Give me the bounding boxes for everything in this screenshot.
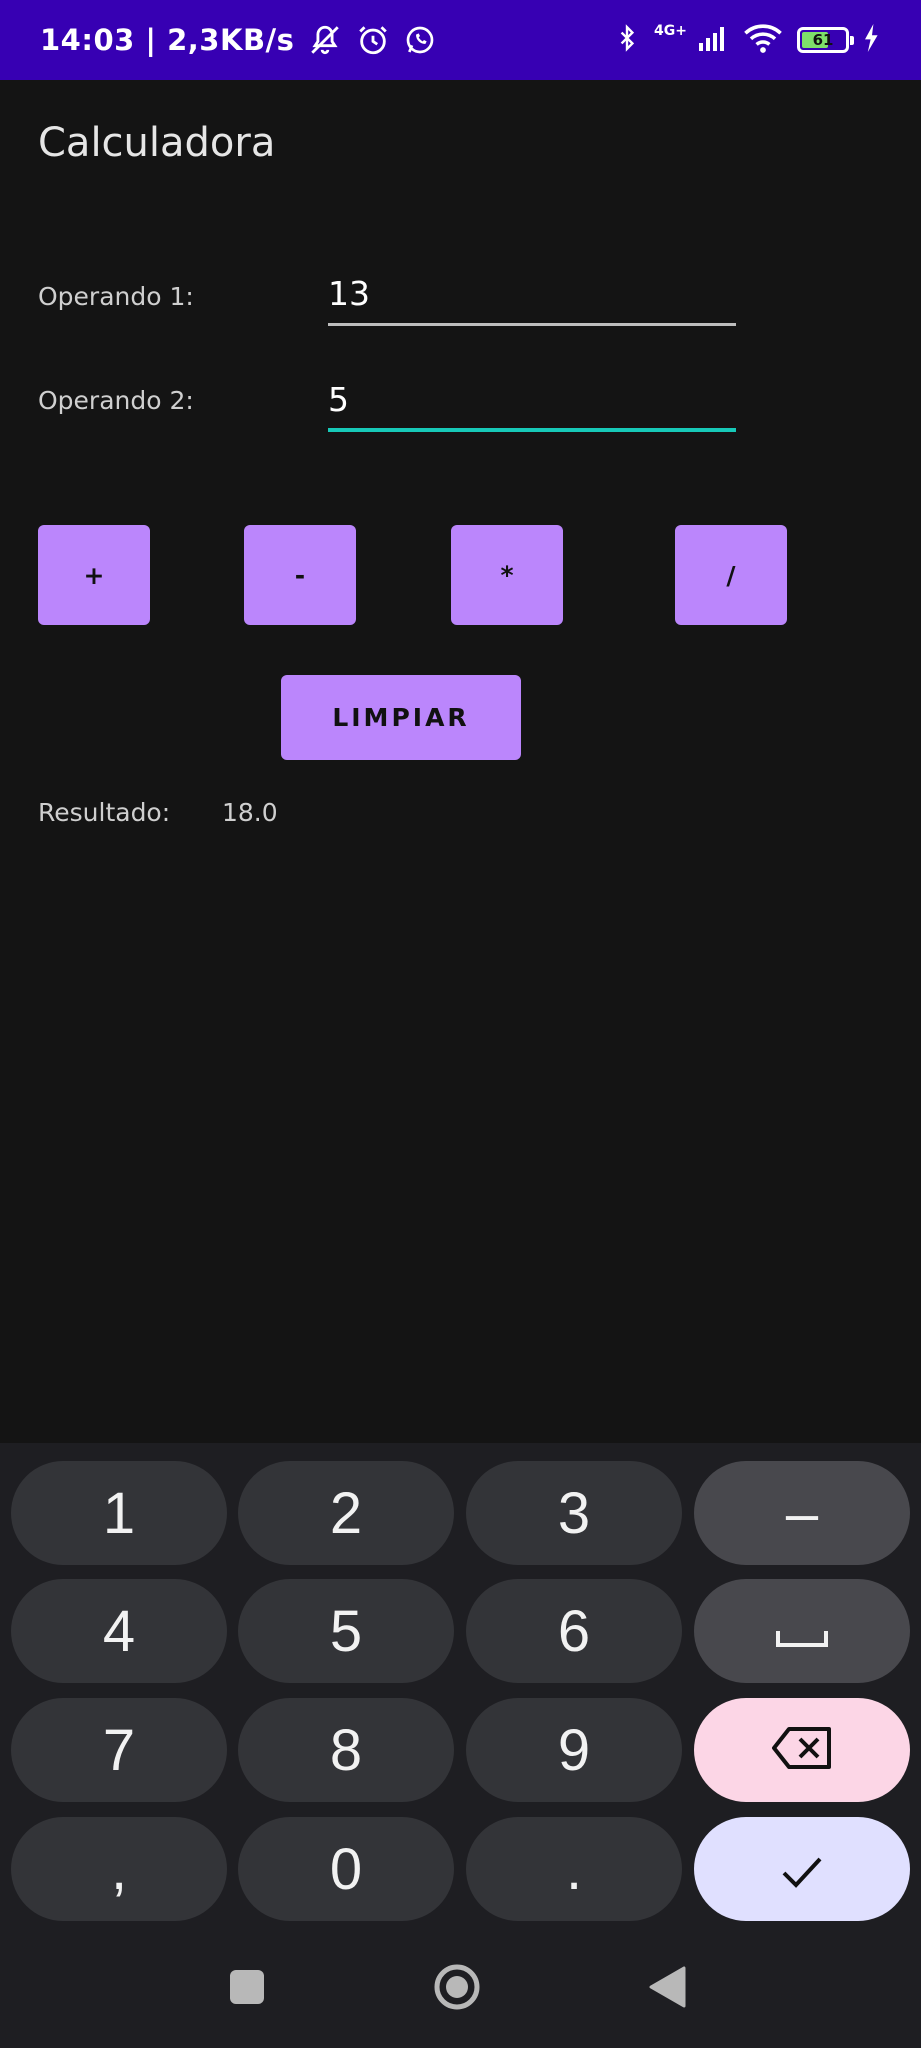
recent-apps-icon [229, 1969, 265, 2009]
mute-notifications-icon [308, 23, 342, 57]
status-right: 4G+ 61 [614, 0, 881, 80]
key-3[interactable]: 3 [466, 1461, 682, 1565]
operand1-underline [328, 323, 736, 326]
network-type-label: 4G+ [654, 23, 687, 39]
operand1-value: 13 [328, 274, 370, 313]
multiply-button[interactable]: * [451, 525, 563, 625]
key-2[interactable]: 2 [238, 1461, 454, 1565]
home-icon [433, 1963, 481, 2015]
key-5[interactable]: 5 [238, 1579, 454, 1683]
charging-icon [863, 24, 881, 56]
operand1-field[interactable]: 13 [328, 266, 736, 326]
wifi-icon [743, 22, 783, 58]
status-bar: 14:03 | 2,3KB/s 4G+ 61 [0, 0, 921, 80]
bluetooth-icon [614, 22, 640, 58]
subtract-button[interactable]: - [244, 525, 356, 625]
home-button[interactable] [417, 1930, 497, 2048]
whatsapp-icon [404, 24, 436, 56]
key-1[interactable]: 1 [11, 1461, 227, 1565]
divide-button[interactable]: / [675, 525, 787, 625]
key-space[interactable] [694, 1579, 910, 1683]
battery-level: 61 [812, 31, 834, 49]
key-4[interactable]: 4 [11, 1579, 227, 1683]
backspace-icon [771, 1717, 833, 1784]
key-minus[interactable]: – [694, 1461, 910, 1565]
result-label: Resultado: [38, 798, 171, 827]
space-icon [775, 1598, 829, 1665]
alarm-icon [356, 23, 390, 57]
operand1-label: Operando 1: [38, 282, 194, 311]
signal-icon [695, 23, 729, 57]
battery-icon: 61 [797, 27, 854, 53]
back-button[interactable] [627, 1930, 707, 2048]
key-period[interactable]: . [466, 1817, 682, 1921]
status-time-info: 14:03 | 2,3KB/s [40, 23, 295, 57]
key-backspace[interactable] [694, 1698, 910, 1802]
key-9[interactable]: 9 [466, 1698, 682, 1802]
operand2-value: 5 [328, 380, 349, 419]
result-value: 18.0 [222, 798, 278, 827]
page-title: Calculadora [38, 120, 276, 166]
key-done[interactable] [694, 1817, 910, 1921]
key-6[interactable]: 6 [466, 1579, 682, 1683]
back-icon [648, 1966, 686, 2012]
key-7[interactable]: 7 [11, 1698, 227, 1802]
key-comma[interactable]: , [11, 1817, 227, 1921]
checkmark-icon [780, 1836, 824, 1903]
add-button[interactable]: + [38, 525, 150, 625]
navigation-bar [0, 1930, 921, 2048]
operand2-label: Operando 2: [38, 386, 194, 415]
clear-button[interactable]: LIMPIAR [281, 675, 521, 760]
operand2-field[interactable]: 5 [328, 372, 736, 432]
key-8[interactable]: 8 [238, 1698, 454, 1802]
operand2-underline [328, 428, 736, 432]
key-0[interactable]: 0 [238, 1817, 454, 1921]
recent-apps-button[interactable] [207, 1930, 287, 2048]
status-left: 14:03 | 2,3KB/s [40, 0, 436, 80]
